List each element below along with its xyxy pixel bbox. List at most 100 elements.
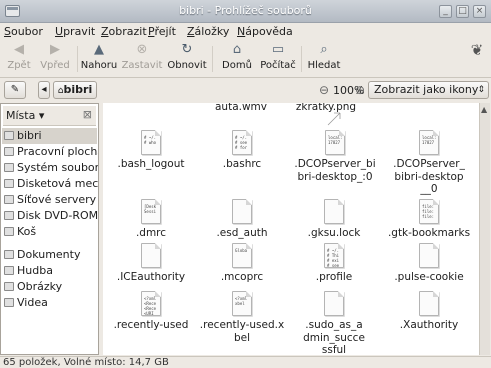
arrow-up-icon: ▲: [94, 42, 104, 57]
reload-button[interactable]: ↻ Obnovit: [166, 42, 208, 76]
computer-button[interactable]: ▭ Počítač: [258, 42, 298, 76]
view-mode-select[interactable]: Zobrazit jako ikony ⇕: [368, 81, 489, 99]
text-file-icon: local: 17827: [419, 130, 439, 155]
sidebar-item-trash[interactable]: Koš: [4, 224, 36, 240]
text-file-icon: # ~/. # who: [141, 130, 161, 155]
maximize-icon[interactable]: □: [456, 5, 469, 18]
folder-icon: [4, 282, 14, 291]
file-item[interactable]: [Desk Sessi .dmrc: [103, 199, 199, 240]
file-item[interactable]: Globa .mcoprc: [194, 243, 290, 284]
file-item[interactable]: # ~/. # see # for .bashrc: [194, 130, 290, 171]
file-item[interactable]: local: 17827 .DCOPserver_bibri-desktop__…: [381, 130, 477, 196]
text-file-icon: [Desk Sessi: [141, 199, 161, 224]
file-item[interactable]: .ICEauthority: [103, 243, 199, 284]
folder-icon: [4, 250, 14, 259]
text-file-icon: file: file: file:: [419, 199, 439, 224]
menu-zobrazit[interactable]: Zobrazit: [101, 25, 147, 38]
file-item[interactable]: .gksu.lock: [286, 199, 382, 240]
file-item[interactable]: file: file: file: .gtk-bookmarks: [381, 199, 477, 240]
file-item[interactable]: .Xauthority: [381, 291, 477, 332]
file-icon: [324, 199, 344, 224]
up-button[interactable]: ▲ Nahoru: [80, 42, 118, 76]
minimize-icon[interactable]: _: [439, 5, 452, 18]
toolbar: ◀ Zpět ▶ Vpřed ▲ Nahoru ⊗ Zastavit ↻ Obn…: [0, 40, 491, 78]
drive-icon: [4, 163, 14, 172]
sidebar-item-floppy[interactable]: Disketová mechanika: [4, 176, 98, 192]
stop-button[interactable]: ⊗ Zastavit: [120, 42, 164, 76]
file-icon: [419, 291, 439, 316]
sidebar-item-pictures[interactable]: Obrázky: [4, 279, 62, 295]
text-file-icon: <?xml <Rece <Rece <URI: [141, 291, 161, 316]
file-icon: [419, 243, 439, 268]
file-icon: [141, 243, 161, 268]
search-icon: ⌕: [320, 42, 328, 57]
network-icon: [4, 195, 14, 204]
search-button[interactable]: ⌕ Hledat: [305, 42, 343, 76]
file-item[interactable]: <?xml <Rece <Rece <URI .recently-used: [103, 291, 199, 332]
file-icon: [324, 291, 344, 316]
back-button[interactable]: ◀ Zpět: [4, 42, 34, 76]
home-folder-icon: [4, 131, 14, 140]
sidebar-item-filesystem[interactable]: Systém souborů: [4, 160, 98, 176]
sidebar-item-music[interactable]: Hudba: [4, 263, 53, 279]
toolbar-separator: [212, 46, 213, 72]
file-item[interactable]: # ~/. # Thi # exi # see .profile: [286, 243, 382, 284]
scroll-up-icon[interactable]: ▲: [481, 105, 487, 114]
places-sidebar: Místa ▾ ⊠ bibri Pracovní plocha Systém s…: [0, 103, 99, 355]
title-bar: bibri - Prohlížeč souborů _ □ ×: [0, 0, 491, 23]
sidebar-item-network[interactable]: Síťové servery: [4, 192, 96, 208]
folder-icon: [4, 266, 14, 275]
path-button-home[interactable]: ⌂bibri: [53, 81, 97, 99]
file-item[interactable]: <?xml xbel .recently-used.xbel: [194, 291, 290, 344]
text-file-icon: Globa: [232, 243, 252, 268]
file-item[interactable]: .sudo_as_admin_successful: [286, 291, 382, 355]
file-icon-view: auta.wmv zkratky.png # ~/. # who .bash_l…: [103, 103, 479, 355]
forward-button[interactable]: ▶ Vpřed: [36, 42, 74, 76]
desktop-icon: [4, 147, 14, 156]
text-file-icon: # ~/. # see # for: [232, 130, 252, 155]
sidebar-item-desktop[interactable]: Pracovní plocha: [4, 144, 98, 160]
file-item[interactable]: .pulse-cookie: [381, 243, 477, 284]
file-item[interactable]: auta.wmv: [193, 103, 289, 114]
menu-upravit[interactable]: Upravit: [55, 25, 95, 38]
file-item[interactable]: .esd_auth: [194, 199, 290, 240]
path-prev-button[interactable]: ◂: [38, 81, 50, 99]
throbber-icon: ❦: [470, 41, 484, 59]
close-sidebar-icon[interactable]: ⊠: [83, 108, 92, 121]
menu-zalozky[interactable]: Záložky: [187, 25, 229, 38]
sidebar-item-documents[interactable]: Dokumenty: [4, 247, 80, 263]
menu-soubor[interactable]: Soubor: [4, 25, 43, 38]
computer-icon: ▭: [271, 42, 285, 57]
vertical-scrollbar[interactable]: ▲: [479, 103, 490, 355]
zoom-in-icon[interactable]: ⊕: [355, 83, 365, 97]
edit-icon: ✎: [10, 84, 20, 95]
trash-icon: [4, 227, 14, 236]
window-title: bibri - Prohlížeč souborů: [179, 4, 312, 17]
menu-bar: Soubor Upravit Zobrazit Přejít Záložky N…: [0, 23, 491, 40]
sidebar-item-dvd[interactable]: Disk DVD-ROM: [4, 208, 98, 224]
sidebar-item-videos[interactable]: Videa: [4, 295, 48, 311]
toolbar-separator: [301, 46, 302, 72]
reload-icon: ↻: [181, 42, 193, 57]
file-item[interactable]: # ~/. # who .bash_logout: [103, 130, 199, 171]
sidebar-item-bibri[interactable]: bibri: [2, 128, 97, 144]
menu-napoveda[interactable]: Nápověda: [237, 25, 293, 38]
close-icon[interactable]: ×: [473, 5, 486, 18]
text-file-icon: local: 17827: [325, 130, 345, 155]
home-button[interactable]: ⌂ Domů: [218, 42, 256, 76]
stop-icon: ⊗: [136, 42, 148, 57]
menu-prejit[interactable]: Přejít: [148, 25, 176, 38]
zoom-out-icon[interactable]: ⊖: [319, 83, 329, 97]
edit-location-button[interactable]: ✎: [4, 81, 26, 99]
status-bar: 65 položek, Volné místo: 14,7 GB: [0, 356, 491, 368]
sidebar-type-select[interactable]: Místa ▾: [6, 109, 44, 122]
location-bar: ✎ ◂ ⌂bibri ⊖ 100% ⊕ Zobrazit jako ikony …: [0, 79, 491, 101]
spin-arrows-icon: ⇕: [477, 85, 485, 95]
floppy-icon: [4, 179, 14, 188]
folder-icon: [4, 298, 14, 307]
toolbar-separator: [77, 46, 78, 72]
drag-cursor-icon: [327, 112, 341, 126]
dvd-icon: [4, 211, 14, 220]
home-icon: ⌂: [232, 42, 242, 57]
file-item[interactable]: local: 17827 .DCOPserver_bibri-desktop_:…: [286, 130, 384, 183]
